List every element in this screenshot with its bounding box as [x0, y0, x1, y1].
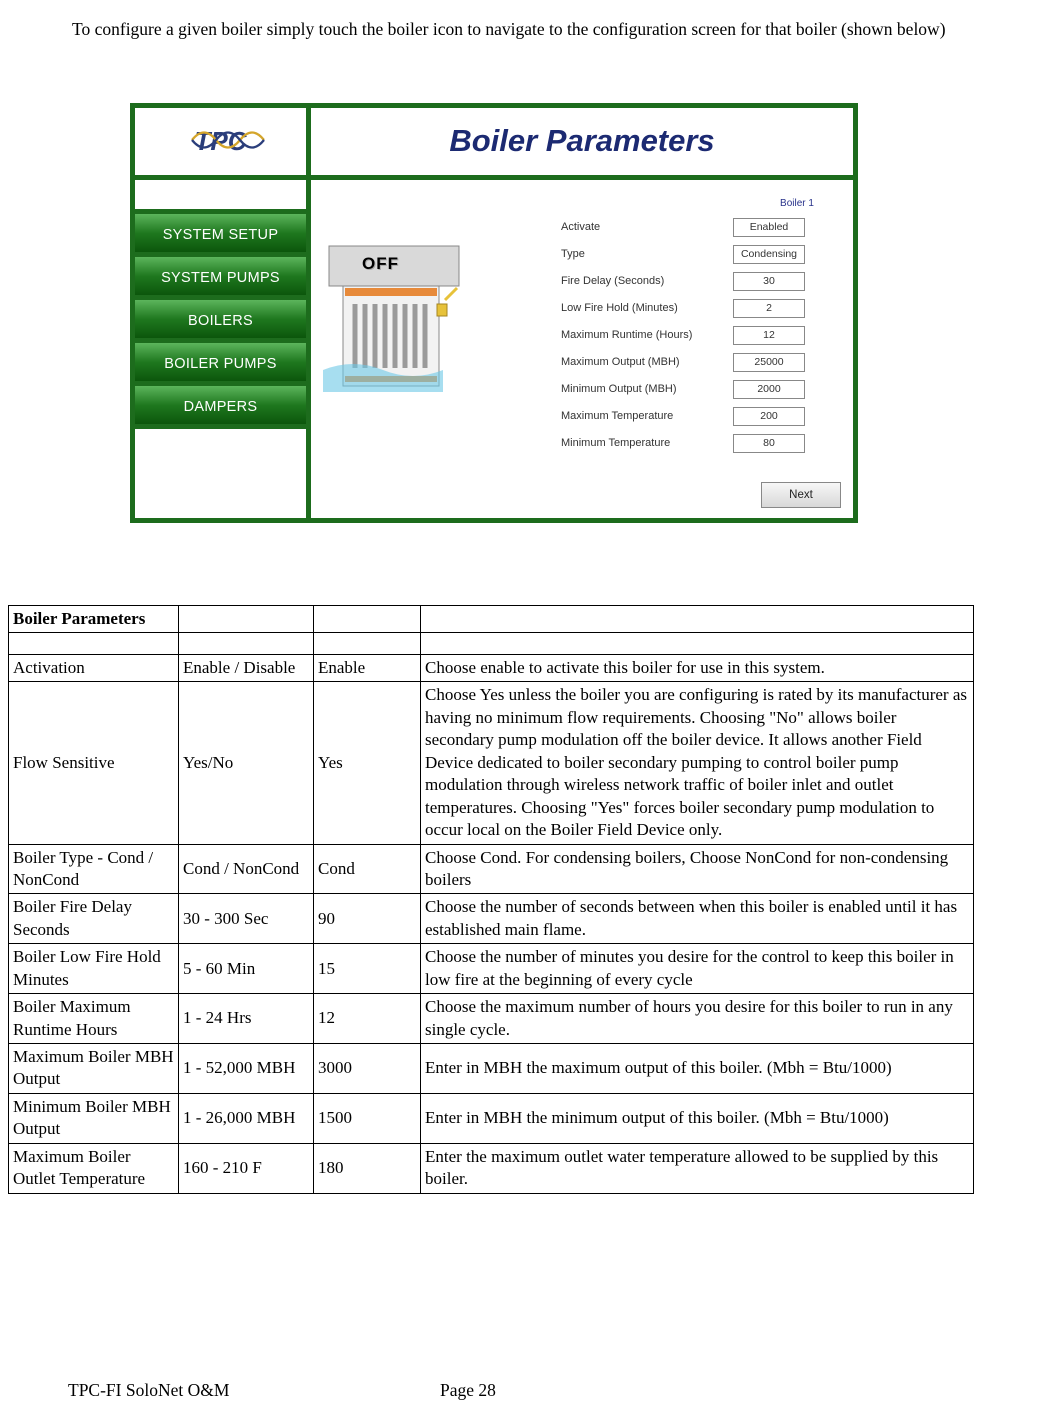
field-type[interactable]: Condensing: [733, 245, 805, 264]
label-fire-delay: Fire Delay (Seconds): [561, 275, 733, 287]
label-min-output: Minimum Output (MBH): [561, 383, 733, 395]
page-footer: TPC-FI SoloNet O&M Page 28: [68, 1380, 971, 1401]
label-low-fire-hold: Low Fire Hold (Minutes): [561, 302, 733, 314]
label-min-temp: Minimum Temperature: [561, 437, 733, 449]
boiler-state-off: OFF: [362, 254, 399, 274]
footer-doc-title: TPC-FI SoloNet O&M: [68, 1380, 428, 1401]
boiler-icon[interactable]: OFF: [323, 240, 473, 400]
label-max-temp: Maximum Temperature: [561, 410, 733, 422]
nav-boilers[interactable]: BOILERS: [135, 300, 306, 343]
nav-system-setup[interactable]: SYSTEM SETUP: [135, 214, 306, 257]
label-type: Type: [561, 248, 733, 260]
table-row: ActivationEnable / DisableEnableChoose e…: [9, 655, 974, 682]
nav-sidebar: SYSTEM SETUP SYSTEM PUMPS BOILERS BOILER…: [135, 180, 311, 518]
nav-boiler-pumps[interactable]: BOILER PUMPS: [135, 343, 306, 386]
table-row: Maximum Boiler Outlet Temperature160 - 2…: [9, 1143, 974, 1193]
field-min-temp[interactable]: 80: [733, 434, 805, 453]
field-max-temp[interactable]: 200: [733, 407, 805, 426]
field-fire-delay[interactable]: 30: [733, 272, 805, 291]
table-title: Boiler Parameters: [9, 605, 179, 632]
table-row: Boiler Maximum Runtime Hours1 - 24 Hrs12…: [9, 994, 974, 1044]
table-row: Boiler Type - Cond / NonCondCond / NonCo…: [9, 844, 974, 894]
table-row: Boiler Fire Delay Seconds30 - 300 Sec90C…: [9, 894, 974, 944]
boiler-parameters-table: Boiler Parameters ActivationEnable / Dis…: [8, 605, 974, 1194]
field-max-runtime[interactable]: 12: [733, 326, 805, 345]
nav-dampers[interactable]: DAMPERS: [135, 386, 306, 429]
label-activate: Activate: [561, 221, 733, 233]
boiler-parameters-screenshot: TPC Boiler Parameters SYSTEM SETUP SYSTE…: [130, 103, 858, 523]
field-max-output[interactable]: 25000: [733, 353, 805, 372]
footer-page-number: Page 28: [428, 1380, 971, 1401]
table-row: Flow SensitiveYes/NoYesChoose Yes unless…: [9, 682, 974, 844]
field-low-fire-hold[interactable]: 2: [733, 299, 805, 318]
screen-title: Boiler Parameters: [449, 123, 714, 159]
table-row: Maximum Boiler MBH Output1 - 52,000 MBH3…: [9, 1044, 974, 1094]
next-button[interactable]: Next: [761, 482, 841, 508]
label-max-runtime: Maximum Runtime (Hours): [561, 329, 733, 341]
tpc-logo: TPC: [135, 108, 311, 175]
nav-system-pumps[interactable]: SYSTEM PUMPS: [135, 257, 306, 300]
intro-text: To configure a given boiler simply touch…: [72, 18, 971, 41]
param-column-header: Boiler 1: [761, 198, 833, 209]
field-min-output[interactable]: 2000: [733, 380, 805, 399]
label-max-output: Maximum Output (MBH): [561, 356, 733, 368]
field-activate[interactable]: Enabled: [733, 218, 805, 237]
table-row: Boiler Low Fire Hold Minutes5 - 60 Min15…: [9, 944, 974, 994]
table-row: Minimum Boiler MBH Output1 - 26,000 MBH1…: [9, 1093, 974, 1143]
